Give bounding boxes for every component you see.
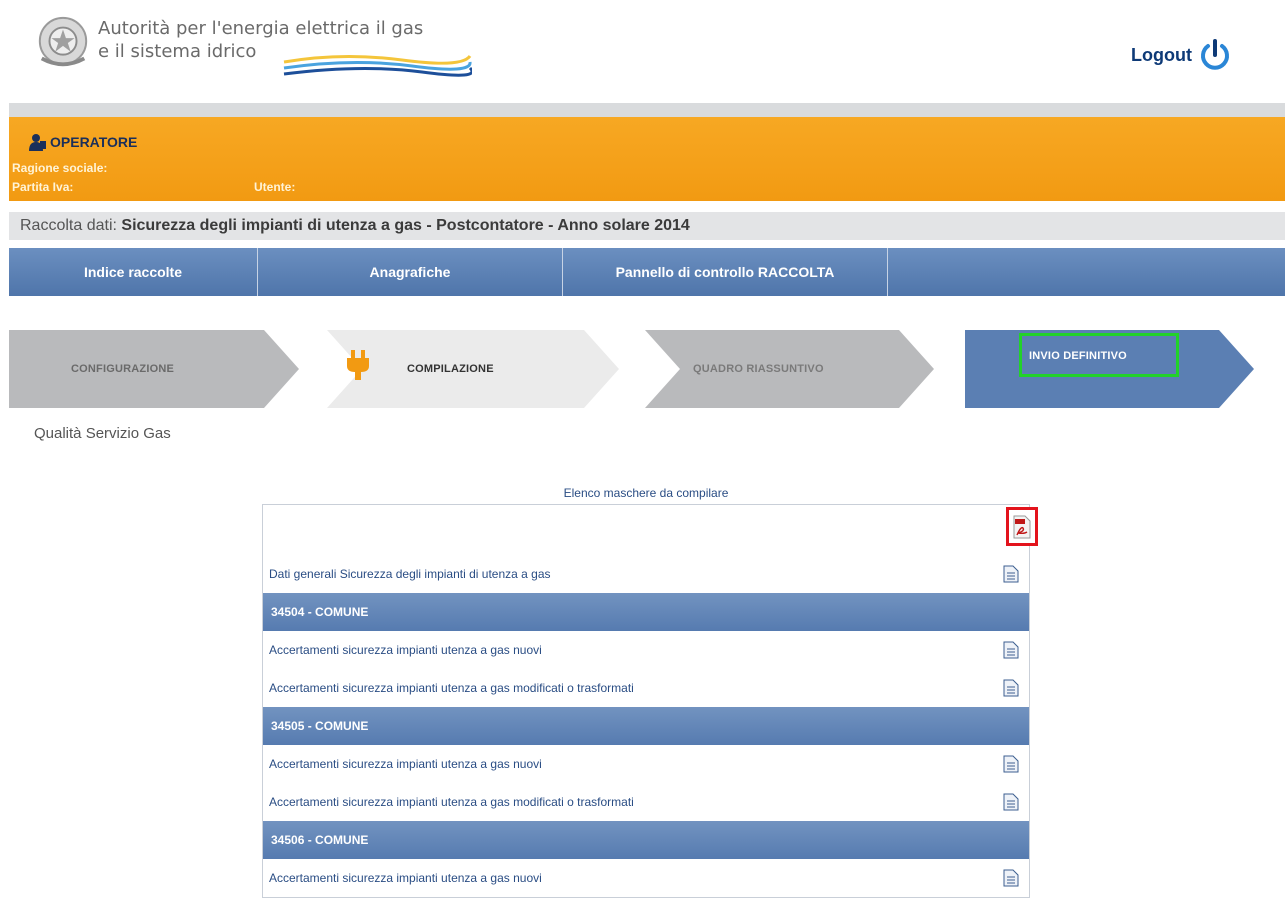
- nav-pannello-controllo[interactable]: Pannello di controllo RACCOLTA: [563, 248, 888, 296]
- plug-icon: [347, 350, 369, 380]
- section-subtitle: Qualità Servizio Gas: [34, 425, 171, 442]
- list-item[interactable]: Accertamenti sicurezza impianti utenza a…: [263, 669, 1029, 707]
- operator-panel: OPERATORE Ragione sociale: Partita Iva: …: [9, 117, 1285, 201]
- step-compilazione[interactable]: COMPILAZIONE: [407, 328, 494, 410]
- header: Autorità per l'energia elettrica il gas …: [0, 0, 1285, 103]
- group-header: 34506 - COMUNE: [263, 821, 1029, 859]
- power-icon: [1200, 39, 1229, 70]
- raccolta-label: Raccolta dati:: [20, 217, 117, 234]
- document-icon[interactable]: [1003, 793, 1019, 811]
- pdf-icon: [1013, 515, 1031, 538]
- group-header: 34505 - COMUNE: [263, 707, 1029, 745]
- list-item-label: Accertamenti sicurezza impianti utenza a…: [269, 757, 542, 771]
- list-item[interactable]: Accertamenti sicurezza impianti utenza a…: [263, 631, 1029, 669]
- raccolta-value: Sicurezza degli impianti di utenza a gas…: [121, 217, 690, 234]
- operator-title: OPERATORE: [29, 133, 137, 151]
- document-icon[interactable]: [1003, 565, 1019, 583]
- nav-anagrafiche[interactable]: Anagrafiche: [258, 248, 563, 296]
- list-item[interactable]: Accertamenti sicurezza impianti utenza a…: [263, 859, 1029, 897]
- top-divider: [9, 103, 1285, 117]
- list-item-label: Dati generali Sicurezza degli impianti d…: [269, 567, 551, 581]
- list-item[interactable]: Accertamenti sicurezza impianti utenza a…: [263, 745, 1029, 783]
- list-item[interactable]: Accertamenti sicurezza impianti utenza a…: [263, 783, 1029, 821]
- utente-label: Utente:: [254, 180, 296, 194]
- pdf-export-button[interactable]: [1006, 507, 1038, 546]
- step-configurazione[interactable]: CONFIGURAZIONE: [71, 328, 174, 410]
- raccolta-bar: Raccolta dati: Sicurezza degli impianti …: [9, 212, 1285, 240]
- document-icon[interactable]: [1003, 679, 1019, 697]
- ragione-sociale-label: Ragione sociale:: [12, 161, 108, 175]
- logout-button[interactable]: Logout: [1131, 38, 1232, 72]
- list-item-label: Accertamenti sicurezza impianti utenza a…: [269, 871, 542, 885]
- document-icon[interactable]: [1003, 755, 1019, 773]
- group-header: 34504 - COMUNE: [263, 593, 1029, 631]
- list-item-label: Accertamenti sicurezza impianti utenza a…: [269, 681, 634, 695]
- main-nav: Indice raccolte Anagrafiche Pannello di …: [9, 248, 1285, 296]
- document-icon[interactable]: [1003, 641, 1019, 659]
- step-quadro-riassuntivo[interactable]: QUADRO RIASSUNTIVO: [693, 328, 824, 410]
- org-name-line1: Autorità per l'energia elettrica il gas: [98, 18, 424, 39]
- workflow-steps: CONFIGURAZIONE COMPILAZIONE QUADRO RIASS…: [9, 328, 1285, 410]
- panel-title: Elenco maschere da compilare: [563, 486, 729, 500]
- document-icon[interactable]: [1003, 869, 1019, 887]
- masks-panel: Elenco maschere da compilare Dati genera…: [262, 482, 1038, 898]
- step-invio-definitivo[interactable]: INVIO DEFINITIVO: [1029, 315, 1127, 397]
- pdf-row: [263, 505, 1038, 555]
- list-item[interactable]: Dati generali Sicurezza degli impianti d…: [263, 555, 1029, 593]
- list-item-label: Accertamenti sicurezza impianti utenza a…: [269, 795, 634, 809]
- list-item-label: Accertamenti sicurezza impianti utenza a…: [269, 643, 542, 657]
- waves-logo-icon: [283, 54, 472, 77]
- partita-iva-label: Partita Iva:: [12, 180, 74, 194]
- user-icon: [29, 134, 46, 151]
- nav-indice-raccolte[interactable]: Indice raccolte: [9, 248, 258, 296]
- republic-emblem-icon: [38, 16, 88, 67]
- masks-list: Dati generali Sicurezza degli impianti d…: [262, 504, 1038, 898]
- operator-title-label: OPERATORE: [50, 134, 138, 150]
- logout-label: Logout: [1131, 44, 1192, 65]
